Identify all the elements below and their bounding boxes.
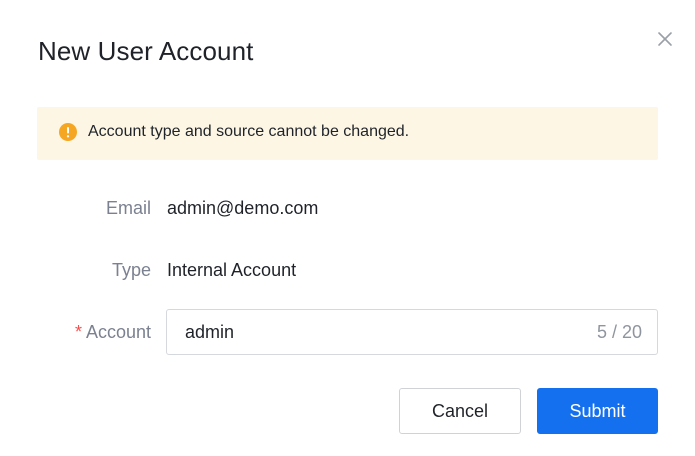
new-user-account-dialog: New User Account Account type and source… [0, 0, 695, 456]
type-value: Internal Account [167, 260, 297, 280]
account-input[interactable] [185, 310, 565, 354]
email-label: Email [105, 198, 151, 218]
dialog-title: New User Account [38, 36, 254, 66]
email-value: admin@demo.com [167, 198, 319, 218]
account-label-text: Account [85, 322, 151, 342]
close-icon [654, 28, 676, 50]
warning-circle-icon [59, 123, 77, 141]
submit-button[interactable]: Submit [537, 388, 658, 434]
notice-banner: Account type and source cannot be change… [37, 107, 658, 160]
required-mark: * [74, 322, 82, 342]
account-label: * Account [75, 322, 151, 343]
cancel-button[interactable]: Cancel [399, 388, 521, 434]
character-counter: 5 / 20 [596, 322, 642, 342]
type-label: Type [111, 260, 151, 280]
notice-text: Account type and source cannot be change… [88, 123, 410, 140]
close-button[interactable] [654, 28, 676, 50]
account-input-wrapper: 5 / 20 [166, 309, 658, 355]
